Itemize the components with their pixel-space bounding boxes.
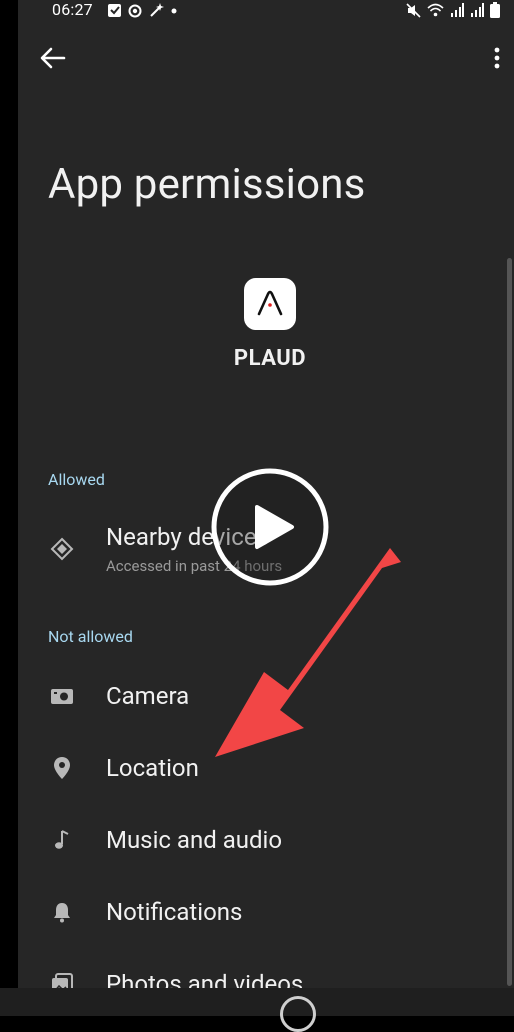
scrollbar[interactable]	[507, 258, 512, 986]
app-name: PLAUD	[233, 346, 307, 371]
signal-icon	[471, 3, 484, 17]
page-title: App permissions	[48, 160, 366, 209]
message-icon	[108, 4, 121, 17]
magic-icon	[150, 3, 164, 17]
notifications-icon	[54, 903, 70, 923]
more-vert-icon[interactable]	[490, 44, 504, 72]
home-button[interactable]	[280, 996, 316, 1032]
permission-label: Location	[106, 754, 199, 782]
navigation-bar	[0, 988, 514, 1032]
plaud-logo-icon	[257, 290, 283, 316]
permission-label: Camera	[106, 682, 190, 710]
arrow-back-icon[interactable]	[38, 44, 68, 72]
permission-item-location[interactable]: Location	[18, 736, 498, 800]
dot-icon	[171, 8, 177, 13]
section-header-not-allowed: Not allowed	[48, 627, 133, 646]
mute-icon	[406, 2, 421, 18]
status-time: 06:27	[52, 0, 93, 19]
battery-icon	[490, 2, 500, 18]
section-header-allowed: Allowed	[48, 470, 105, 489]
permission-label: Notifications	[106, 898, 243, 926]
app-bar	[18, 36, 514, 78]
permission-item-camera[interactable]: Camera	[18, 664, 498, 728]
location-icon	[54, 757, 70, 779]
signal-icon	[451, 3, 464, 17]
status-bar: 06:27	[18, 0, 514, 22]
permission-item-notifications[interactable]: Notifications	[18, 880, 498, 944]
permission-item-music-and-audio[interactable]: Music and audio	[18, 808, 498, 872]
sync-icon	[128, 4, 142, 17]
play-button-icon[interactable]	[211, 468, 329, 586]
wifi-icon	[427, 3, 444, 17]
app-icon	[244, 278, 296, 330]
camera-icon	[51, 689, 73, 704]
permission-label: Music and audio	[106, 826, 283, 854]
music-note-icon	[55, 830, 69, 849]
nearby-devices-icon	[50, 537, 74, 561]
